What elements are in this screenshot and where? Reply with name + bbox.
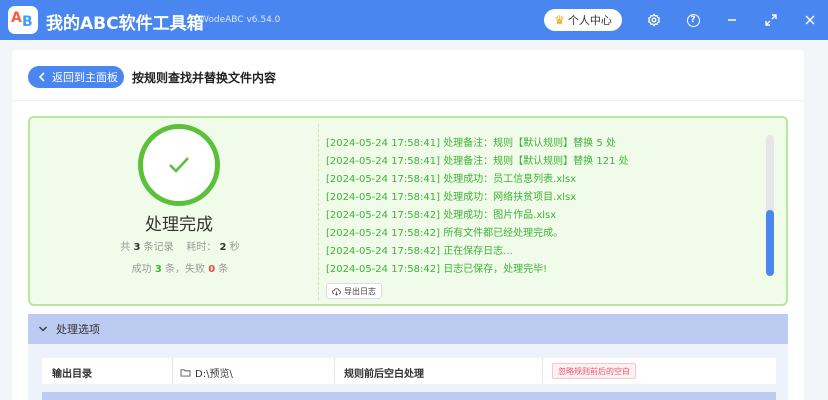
cell-divider bbox=[334, 358, 335, 384]
logo-letter-b: B bbox=[22, 14, 33, 30]
settings-gear-icon[interactable] bbox=[644, 10, 664, 30]
cell-divider bbox=[542, 358, 543, 384]
chevron-down-icon bbox=[39, 326, 47, 332]
whitespace-label: 规则前后空白处理 bbox=[344, 369, 424, 380]
success-count: 3 bbox=[154, 264, 162, 275]
maximize-icon[interactable] bbox=[761, 10, 781, 30]
export-log-button[interactable]: 导出日志 bbox=[326, 283, 382, 299]
success-check-icon bbox=[138, 124, 220, 206]
logo-letter-a: A bbox=[11, 10, 22, 26]
log-scrollbar-thumb[interactable] bbox=[766, 210, 774, 276]
user-center-button[interactable]: ♛ 个人中心 bbox=[544, 9, 622, 31]
output-dir-value[interactable]: D:\预览\ bbox=[180, 365, 233, 380]
log-area: [2024-05-24 17:58:41] 处理备注：规则【默认规则】替换 5 … bbox=[318, 124, 766, 300]
output-dir-label: 输出目录 bbox=[52, 369, 92, 380]
header-divider bbox=[12, 100, 804, 101]
app-logo-icon: A B bbox=[8, 6, 38, 34]
fail-count: 0 bbox=[208, 264, 216, 275]
output-dir-text: D:\预览\ bbox=[195, 369, 233, 380]
log-line: [2024-05-24 17:58:42] 正在保存日志... bbox=[326, 246, 513, 257]
log-line: [2024-05-24 17:58:41] 处理成功：网络扶贫项目.xlsx bbox=[326, 192, 577, 203]
cell-divider bbox=[172, 358, 173, 384]
cloud-download-icon bbox=[332, 287, 341, 296]
close-icon[interactable] bbox=[800, 10, 820, 30]
options-section-title: 处理选项 bbox=[56, 323, 100, 336]
app-title: 我的ABC软件工具箱 bbox=[46, 14, 204, 34]
chevron-left-icon bbox=[38, 72, 45, 82]
log-line: [2024-05-24 17:58:41] 处理备注：规则【默认规则】替换 12… bbox=[326, 156, 629, 167]
total-prefix: 共 bbox=[120, 242, 131, 253]
help-icon[interactable]: ? bbox=[683, 10, 703, 30]
user-center-label: 个人中心 bbox=[567, 14, 612, 27]
time-unit: 秒 bbox=[229, 242, 240, 253]
total-suffix: 条记录 bbox=[143, 242, 174, 253]
log-line: [2024-05-24 17:58:42] 日志已保存，处理完毕! bbox=[326, 264, 548, 275]
export-log-label: 导出日志 bbox=[344, 286, 376, 296]
app-version: WodeABC v6.54.0 bbox=[200, 15, 281, 25]
log-line: [2024-05-24 17:58:41] 处理备注：规则【默认规则】替换 5 … bbox=[326, 138, 616, 149]
log-line: [2024-05-24 17:58:42] 所有文件都已经处理完成。 bbox=[326, 228, 564, 239]
stats-result-line: 成功 3 条，失败 0 条 bbox=[100, 260, 260, 275]
back-button-label: 返回到主面板 bbox=[52, 71, 118, 84]
title-bar: A B 我的ABC软件工具箱 WodeABC v6.54.0 ♛ 个人中心 ? bbox=[0, 0, 828, 40]
options-section-toggle[interactable]: 处理选项 bbox=[28, 314, 788, 344]
fail-unit: 条 bbox=[218, 264, 229, 275]
time-label: 耗时： bbox=[186, 242, 217, 253]
back-to-main-button[interactable]: 返回到主面板 bbox=[28, 66, 124, 88]
page-title: 按规则查找并替换文件内容 bbox=[132, 71, 277, 85]
success-unit: 条，失败 bbox=[165, 264, 205, 275]
total-count: 3 bbox=[133, 242, 141, 253]
success-label: 成功 bbox=[131, 264, 152, 275]
stats-total-line: 共 3 条记录 耗时： 2 秒 bbox=[100, 238, 260, 253]
minimize-icon[interactable] bbox=[722, 10, 742, 30]
next-row-bar bbox=[42, 392, 776, 400]
folder-icon bbox=[180, 369, 191, 377]
log-line: [2024-05-24 17:58:41] 处理成功：员工信息列表.xlsx bbox=[326, 174, 577, 185]
whitespace-tag: 忽略规则前后的空白 bbox=[552, 363, 636, 379]
crown-icon: ♛ bbox=[554, 13, 565, 27]
time-value: 2 bbox=[219, 242, 227, 253]
status-title: 处理完成 bbox=[145, 215, 213, 235]
log-line: [2024-05-24 17:58:42] 处理成功：图片作品.xlsx bbox=[326, 210, 557, 221]
